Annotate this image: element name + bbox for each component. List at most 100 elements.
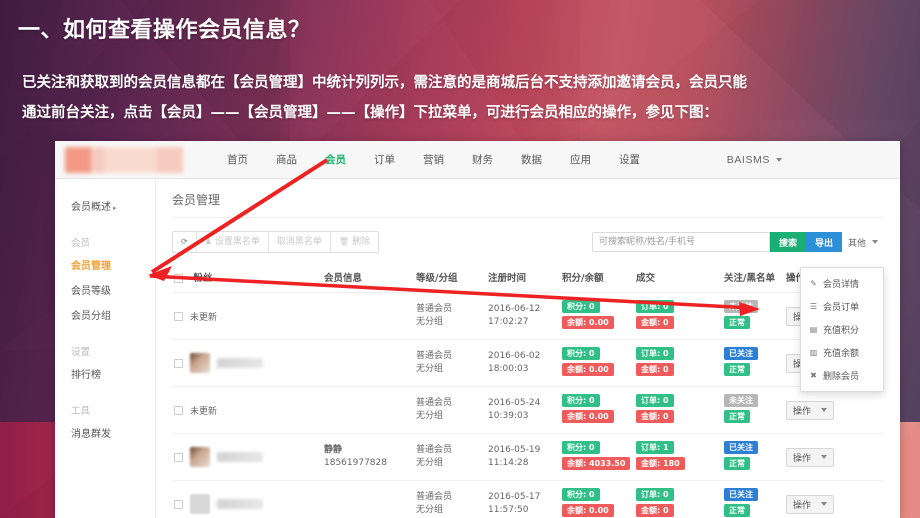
member-level: 普通会员 (416, 445, 453, 455)
delete-button[interactable]: 🗑 删除 (330, 232, 379, 252)
nav-item-apps[interactable]: 应用 (556, 152, 605, 167)
nav-item-member[interactable]: 会员 (311, 152, 360, 167)
app-navbar: 首页 商品 会员 订单 营销 财务 数据 应用 设置 BAISMS (55, 141, 900, 179)
orders-badge: 订单: 0 (636, 394, 674, 407)
export-button[interactable]: 导出 (805, 232, 842, 252)
dropdown-item-recharge-points[interactable]: ▤ 充值积分 (801, 318, 883, 341)
reg-date: 2016-06-12 (488, 304, 541, 314)
cell-follow-blacklist: 未关注 正常 (722, 386, 784, 434)
points-badge: 积分: 0 (562, 441, 600, 454)
member-group: 无分组 (416, 317, 444, 327)
table-row[interactable]: 未更新 普通会员 无分组 2016-06-12 17:02:27 积分: 0 余额: 0.0… (172, 292, 884, 340)
cell-points-balance: 积分: 0 余额: 0.00 (560, 386, 634, 434)
dropdown-item-member-orders[interactable]: ☰ 会员订单 (801, 295, 883, 318)
table-header-row: 粉丝 会员信息 等级/分组 注册时间 积分/余额 成交 关注/黑名单 操作 (172, 266, 884, 293)
blacklist-status-badge: 正常 (724, 504, 750, 517)
orders-badge: 订单: 0 (636, 488, 674, 501)
refresh-icon: ⟳ (181, 237, 188, 246)
row-checkbox[interactable] (174, 405, 183, 415)
nav-item-settings[interactable]: 设置 (605, 152, 654, 167)
app-content: 会员管理 ⟳ ♟ 设置黑名单 取消黑名单 🗑 删除 可搜索昵称/姓名/手机号 搜… (156, 179, 900, 518)
cell-reg-time: 2016-06-12 17:02:27 (486, 292, 560, 340)
balance-badge: 余额: 0.00 (562, 504, 614, 517)
member-phone: 18561977828 (324, 458, 387, 468)
search-input[interactable] (591, 232, 770, 252)
cell-member-info: 静静 18561977828 (322, 433, 414, 481)
operation-button[interactable]: 操作 (786, 494, 835, 514)
cell-level-group: 普通会员 无分组 (414, 339, 486, 387)
sidebar-item-ranking[interactable]: 排行榜 (55, 361, 155, 386)
th-level-group: 等级/分组 (414, 266, 486, 293)
nav-item-home[interactable]: 首页 (213, 152, 262, 167)
member-level: 普通会员 (416, 492, 453, 502)
amount-badge: 金额: 0 (636, 316, 674, 329)
dropdown-item-delete-member[interactable]: ✖ 删除会员 (801, 364, 883, 387)
th-fan-label: 粉丝 (193, 273, 213, 284)
cell-fan: 未更新 (172, 292, 322, 340)
row-checkbox[interactable] (174, 499, 183, 509)
chevron-down-icon (821, 408, 828, 412)
operation-button[interactable]: 操作 (786, 447, 835, 467)
nav-item-finance[interactable]: 财务 (458, 152, 507, 167)
avatar (190, 447, 210, 467)
cell-reg-time: 2016-05-24 10:39:03 (486, 386, 560, 434)
refresh-button[interactable]: ⟳ (173, 232, 197, 252)
dropdown-item-member-detail[interactable]: ✎ 会员详情 (801, 272, 883, 295)
user-menu-label: BAISMS (726, 154, 770, 166)
follow-status-badge: 已关注 (724, 488, 758, 501)
dropdown-item-recharge-balance[interactable]: ▥ 充值余额 (801, 341, 883, 364)
table-row[interactable]: 未更新 普通会员 无分组 2016-05-24 10:39:03 积分: 0 余额: 0.0… (172, 386, 884, 434)
cell-fan: 未更新 (172, 386, 322, 434)
search-button[interactable]: 搜索 (769, 232, 806, 252)
money-icon: ▥ (809, 348, 818, 357)
sidebar-item-member-manage[interactable]: 会员管理 (55, 252, 155, 277)
select-all-checkbox[interactable] (174, 274, 183, 283)
follow-status-badge: 已关注 (724, 441, 758, 454)
sidebar-item-overview[interactable]: 会员概述 ▸ (55, 193, 155, 218)
nav-item-goods[interactable]: 商品 (262, 152, 311, 167)
blacklist-status-badge: 正常 (724, 410, 750, 423)
points-badge: 积分: 0 (562, 394, 600, 407)
operation-label: 操作 (793, 500, 812, 511)
amount-badge: 金额: 180 (636, 457, 685, 470)
slide-heading: 一、如何查看操作会员信息？ (18, 18, 311, 43)
follow-status-badge: 未关注 (724, 394, 758, 407)
avatar (190, 494, 210, 514)
member-group: 无分组 (416, 411, 444, 421)
edit-icon: ✎ (810, 279, 817, 288)
cell-member-info (322, 386, 414, 434)
cell-fan (172, 480, 322, 518)
table-row[interactable]: 普通会员 无分组 2016-06-02 18:00:03 积分: 0 余额: 0.00 订单… (172, 339, 884, 387)
set-blacklist-button[interactable]: ♟ 设置黑名单 (196, 232, 269, 252)
user-menu[interactable]: BAISMS (727, 141, 782, 179)
app-body: 会员概述 ▸ 会员 会员管理 会员等级 会员分组 设置 排行榜 工具 消息群发 会… (55, 179, 900, 518)
cell-deal: 订单: 0 金额: 0 (634, 292, 722, 340)
reg-date: 2016-05-19 (488, 445, 541, 455)
cell-level-group: 普通会员 无分组 (414, 480, 486, 518)
blacklist-status-badge: 正常 (724, 316, 750, 329)
row-checkbox[interactable] (174, 452, 183, 462)
chevron-down-icon (821, 455, 828, 459)
nav-item-marketing[interactable]: 营销 (409, 152, 458, 167)
row-checkbox[interactable] (174, 358, 183, 368)
sidebar-item-member-level[interactable]: 会员等级 (55, 277, 155, 302)
nav-item-order[interactable]: 订单 (360, 152, 409, 167)
cell-points-balance: 积分: 0 余额: 4033.50 (560, 433, 634, 481)
cell-member-info (322, 292, 414, 340)
other-button[interactable]: 其他 (842, 232, 884, 252)
amount-badge: 金额: 0 (636, 363, 674, 376)
points-badge: 积分: 0 (562, 488, 600, 501)
nav-item-data[interactable]: 数据 (507, 152, 556, 167)
sidebar-item-member-group[interactable]: 会员分组 (55, 302, 155, 327)
member-level: 普通会员 (416, 351, 453, 361)
operation-button[interactable]: 操作 (786, 400, 835, 420)
blacklist-status-badge: 正常 (724, 363, 750, 376)
cell-follow-blacklist: 已关注 正常 (722, 480, 784, 518)
unset-blacklist-button[interactable]: 取消黑名单 (268, 232, 331, 252)
table-row[interactable]: 静静 18561977828 普通会员 无分组 2016-05-19 11:14:28 积分… (172, 433, 884, 481)
cell-deal: 订单: 0 金额: 0 (634, 480, 722, 518)
row-checkbox[interactable] (174, 311, 183, 321)
sidebar-item-mass-message[interactable]: 消息群发 (55, 420, 155, 445)
table-row[interactable]: 普通会员 无分组 2016-05-17 11:57:50 积分: 0 余额: 0.00 订单… (172, 480, 884, 518)
avatar (190, 353, 210, 373)
